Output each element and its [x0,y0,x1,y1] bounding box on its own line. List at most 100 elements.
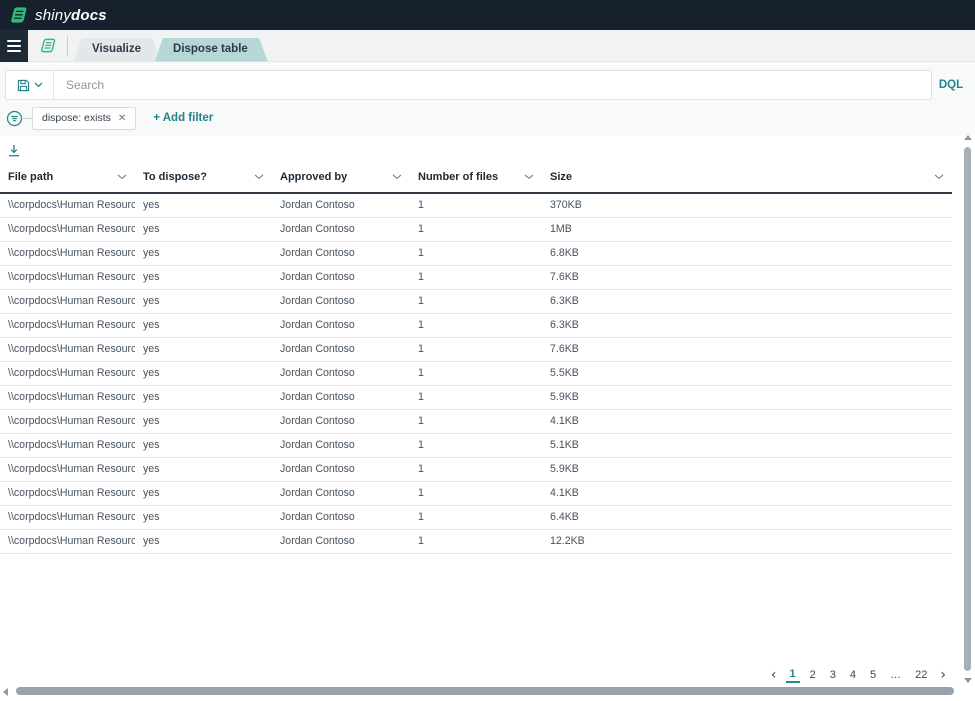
table-row[interactable]: \\corpdocs\Human Resources\Recruitment &… [0,410,952,434]
vertical-scrollbar-thumb[interactable] [964,147,971,671]
shinydocs-mini-icon[interactable] [40,38,57,53]
page-button[interactable]: 5 [866,667,880,683]
table-row[interactable]: \\corpdocs\Human Resources\Recruitment &… [0,314,952,338]
tabbar: Visualize Dispose table [0,30,975,62]
table-row[interactable]: \\corpdocs\Human Resources\Recruitment &… [0,458,952,482]
horizontal-scrollbar-thumb[interactable] [16,687,954,695]
remove-filter-icon[interactable]: ✕ [118,113,126,124]
table-row[interactable]: \\corpdocs\Human Resources\Employee Reco… [0,218,952,242]
cell-to-dispose: yes [135,482,272,506]
add-filter-button[interactable]: + Add filter [153,112,213,124]
page-button[interactable]: 3 [826,667,840,683]
cell-approved-by: Jordan Contoso [272,434,410,458]
column-header-label: Number of files [418,171,498,183]
scroll-left-arrow[interactable] [3,688,8,696]
cell-to-dispose: yes [135,193,272,218]
table-panel: File path To dispose? [0,136,975,701]
cell-size: 5.1KB [542,434,952,458]
scroll-down-arrow[interactable] [964,678,972,683]
table-row[interactable]: \\corpdocs\Human Resources\Recruitment &… [0,506,952,530]
cell-file-path: \\corpdocs\Human Resources\Recruitment &… [0,266,135,290]
column-menu-icon[interactable] [117,174,127,180]
column-header[interactable]: Number of files [410,164,542,193]
table-row[interactable]: \\corpdocs\Human Resources\Employee Reco… [0,193,952,218]
cell-to-dispose: yes [135,290,272,314]
column-menu-icon[interactable] [392,174,402,180]
cell-number-of-files: 1 [410,362,542,386]
table-body: \\corpdocs\Human Resources\Employee Reco… [0,193,952,554]
search-input[interactable] [54,71,931,99]
prev-page-button[interactable]: ‹ [768,668,780,682]
app-root: shinydocs Visualize [0,0,975,701]
cell-approved-by: Jordan Contoso [272,314,410,338]
cell-to-dispose: yes [135,266,272,290]
table-row[interactable]: \\corpdocs\Human Resources\Recruitment &… [0,266,952,290]
cell-size: 5.9KB [542,458,952,482]
cell-file-path: \\corpdocs\Human Resources\Recruitment &… [0,314,135,338]
table-row[interactable]: \\corpdocs\Human Resources\Recruitment &… [0,290,952,314]
cell-approved-by: Jordan Contoso [272,530,410,554]
cell-file-path: \\corpdocs\Human Resources\Recruitment &… [0,290,135,314]
cell-to-dispose: yes [135,314,272,338]
cell-size: 5.5KB [542,362,952,386]
page-button[interactable]: 22 [911,667,931,683]
chevron-down-icon [34,82,43,88]
cell-size: 5.9KB [542,386,952,410]
column-header[interactable]: File path [0,164,135,193]
page-button[interactable]: 2 [806,667,820,683]
cell-to-dispose: yes [135,338,272,362]
column-menu-icon[interactable] [524,174,534,180]
hamburger-icon [7,37,21,55]
cell-to-dispose: yes [135,242,272,266]
cell-number-of-files: 1 [410,193,542,218]
cell-size: 7.6KB [542,266,952,290]
column-menu-icon[interactable] [934,174,944,180]
cell-number-of-files: 1 [410,338,542,362]
column-menu-icon[interactable] [254,174,264,180]
table-row[interactable]: \\corpdocs\Human Resources\Recruitment &… [0,338,952,362]
page-button[interactable]: … [886,667,905,683]
cell-to-dispose: yes [135,434,272,458]
table-row[interactable]: \\corpdocs\Human Resources\Recruitment &… [0,434,952,458]
column-header[interactable]: To dispose? [135,164,272,193]
cell-approved-by: Jordan Contoso [272,482,410,506]
cell-size: 1MB [542,218,952,242]
cell-file-path: \\corpdocs\Human Resources\Recruitment &… [0,506,135,530]
brand-name: shinydocs [35,7,107,24]
cell-file-path: \\corpdocs\Human Resources\Recruitment &… [0,458,135,482]
shinydocs-logo-icon [9,6,30,24]
table-row[interactable]: \\corpdocs\Human Resources\Recruitment &… [0,482,952,506]
filter-chip-label: dispose: exists [42,112,111,124]
table-row[interactable]: \\corpdocs\Human Resources\Recruitment &… [0,362,952,386]
column-header[interactable]: Size [542,164,952,193]
hamburger-menu-button[interactable] [0,30,28,62]
cell-approved-by: Jordan Contoso [272,410,410,434]
cell-size: 12.2KB [542,530,952,554]
cell-number-of-files: 1 [410,290,542,314]
scroll-up-arrow[interactable] [964,135,972,140]
search-box [5,70,932,100]
cell-file-path: \\corpdocs\Human Resources\Recruitment &… [0,410,135,434]
download-button[interactable] [8,144,20,157]
tab[interactable]: Visualize [74,38,161,62]
cell-number-of-files: 1 [410,410,542,434]
table-row[interactable]: \\corpdocs\Human Resources\Recruitment &… [0,386,952,410]
column-header[interactable]: Approved by [272,164,410,193]
page-button[interactable]: 4 [846,667,860,683]
filter-chip: dispose: exists ✕ [32,107,136,130]
next-page-button[interactable]: › [937,668,949,682]
table-row[interactable]: \\corpdocs\Human Resources\Recruitment &… [0,242,952,266]
table-row[interactable]: \\corpdocs\Human Resources\Recruitment &… [0,530,952,554]
cell-to-dispose: yes [135,218,272,242]
page-button[interactable]: 1 [786,666,800,683]
dql-toggle-button[interactable]: DQL [932,79,970,91]
cell-size: 6.3KB [542,314,952,338]
dispose-table: File path To dispose? [0,164,952,554]
query-area: DQL dispose: exists ✕ + Add filter [0,62,975,136]
filter-icon[interactable] [6,110,23,127]
cell-approved-by: Jordan Contoso [272,290,410,314]
cell-number-of-files: 1 [410,242,542,266]
saved-searches-button[interactable] [6,71,54,99]
cell-file-path: \\corpdocs\Human Resources\Recruitment &… [0,386,135,410]
tab[interactable]: Dispose table [155,38,268,62]
